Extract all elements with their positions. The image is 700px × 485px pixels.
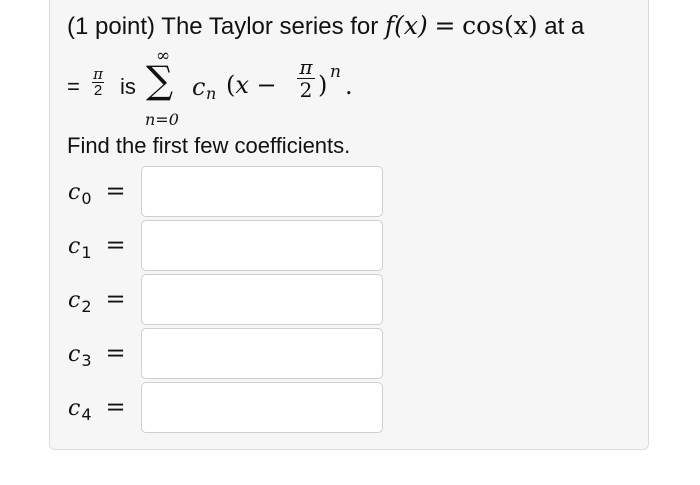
c3-label: c3 =: [68, 339, 126, 370]
c3-answer-input[interactable]: [141, 328, 383, 379]
fraction-denominator: 2: [93, 82, 103, 99]
question-suffix: at a: [544, 13, 585, 40]
term-fraction-numerator: π: [299, 55, 313, 79]
term-fraction-denominator: 2: [299, 78, 313, 102]
line2-equals: =: [67, 74, 80, 99]
pi-over-two-fraction-term: π 2: [297, 56, 315, 101]
summation-symbol: ∑: [146, 58, 174, 102]
pi-over-two-fraction: π 2: [92, 66, 104, 99]
is-word: is: [120, 74, 136, 99]
c4-answer-input[interactable]: [141, 382, 383, 433]
c2-answer-input[interactable]: [141, 274, 383, 325]
function-lhs: f(x): [384, 11, 428, 40]
c1-answer-input[interactable]: [141, 220, 383, 271]
fraction-numerator: π: [93, 65, 103, 83]
sum-lower-limit: n=0: [145, 110, 179, 129]
term-open: (x −: [226, 71, 277, 99]
c4-label: c4 =: [68, 393, 126, 424]
c1-label: c1 =: [68, 231, 126, 262]
function-rhs: cos(x): [462, 11, 538, 40]
term-coefficient-subscript: n: [206, 84, 217, 103]
question-line-1: (1 point) The Taylor series for f(x) = c…: [67, 8, 584, 45]
c0-answer-input[interactable]: [141, 166, 383, 217]
term-power: n: [330, 62, 341, 82]
c2-label: c2 =: [68, 285, 126, 316]
term-period: .: [345, 72, 353, 100]
equals-sign: =: [434, 11, 456, 40]
term-close: ): [318, 71, 328, 99]
c0-label: c0 =: [68, 177, 126, 208]
term-coefficient: c: [192, 73, 206, 101]
question-prefix: (1 point) The Taylor series for: [67, 13, 379, 40]
instruction-text: Find the first few coefficients.: [67, 133, 351, 158]
